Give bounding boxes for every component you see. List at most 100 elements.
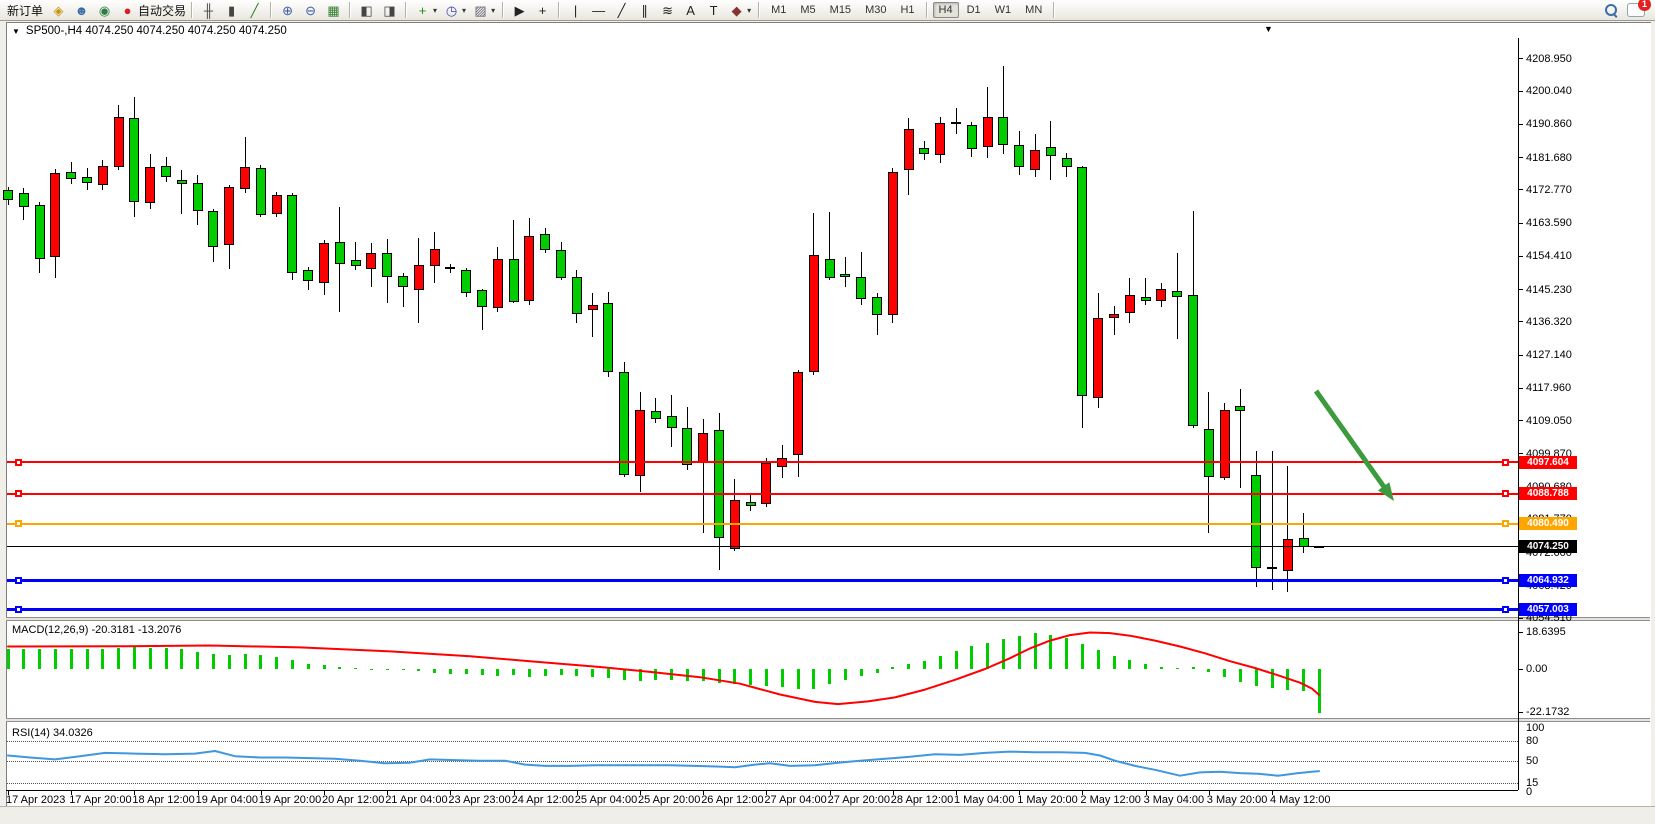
macd-histogram-bar	[923, 661, 926, 669]
rsi-level-line	[7, 761, 1518, 762]
timeframe-button-m30[interactable]: M30	[859, 2, 892, 18]
new-order-button[interactable]: 新订单	[3, 1, 47, 20]
horizontal-line-object[interactable]	[7, 493, 1518, 495]
line-chart-icon[interactable]: ╱	[243, 1, 266, 20]
indicator-window-right-icon[interactable]: ◨	[378, 1, 401, 20]
horizontal-line-object[interactable]	[7, 546, 1518, 547]
time-axis-label: 17 Apr 2023	[6, 794, 65, 806]
candle-body	[382, 253, 392, 277]
rsi-axis-label: 0	[1526, 786, 1532, 798]
macd-histogram-bar	[970, 646, 973, 669]
macd-histogram-bar	[828, 669, 831, 684]
macd-histogram-bar	[765, 669, 768, 686]
candle-body	[1204, 429, 1214, 477]
indicator-window-left-icon: ◧	[357, 1, 376, 20]
crosshair-icon[interactable]: +	[531, 1, 554, 20]
rsi-level-line	[7, 783, 1518, 784]
equidistant-channel-icon: ∥	[635, 1, 654, 20]
price-axis-tick-label: 4163.590	[1526, 217, 1572, 229]
macd-histogram-bar	[1223, 669, 1226, 677]
trendline-icon[interactable]: ╱	[610, 1, 633, 20]
horizontal-line-icon[interactable]: —	[587, 1, 610, 20]
tile-windows-icon[interactable]: ▦	[322, 1, 345, 20]
chat-icon[interactable]: 1	[1627, 3, 1645, 17]
add-indicator-icon[interactable]: +▾	[411, 1, 440, 20]
timeframe-button-d1[interactable]: D1	[961, 2, 987, 18]
pane-separator-rsi[interactable]	[6, 718, 1650, 722]
timeframe-button-m1[interactable]: M1	[765, 2, 792, 18]
candle-body	[35, 205, 45, 258]
macd-histogram-bar	[1318, 669, 1321, 713]
candle-body	[366, 253, 376, 269]
horizontal-line-object[interactable]	[7, 523, 1518, 525]
macd-histogram-bar	[370, 669, 373, 670]
horizontal-line-object[interactable]	[7, 461, 1518, 463]
line-anchor-square[interactable]	[15, 490, 22, 497]
macd-histogram-bar	[575, 669, 578, 676]
timeframe-button-mn[interactable]: MN	[1019, 2, 1048, 18]
zoom-out-icon[interactable]: ⊖	[299, 1, 322, 20]
candle-body	[603, 303, 613, 371]
text-label-icon[interactable]: T	[702, 1, 725, 20]
macd-histogram-bar	[1097, 650, 1100, 669]
auto-trading-button[interactable]: ●自动交易	[116, 1, 187, 20]
fibonacci-icon[interactable]: ≋	[656, 1, 679, 20]
fibonacci-icon: ≋	[658, 1, 677, 20]
timeframe-button-w1[interactable]: W1	[989, 2, 1018, 18]
horizontal-line-object[interactable]	[7, 579, 1518, 582]
candle-body	[1046, 147, 1056, 156]
chevron-down-icon: ▾	[747, 6, 751, 15]
profiles-icon[interactable]: ◈	[47, 1, 70, 20]
macd-histogram-bar	[718, 669, 721, 683]
bar-chart-icon[interactable]: ╫	[197, 1, 220, 20]
timeframe-button-m5[interactable]: M5	[794, 2, 821, 18]
candle-body	[114, 117, 124, 167]
arrows-icon[interactable]: ◆▾	[725, 1, 754, 20]
cursor-icon[interactable]: ▶	[508, 1, 531, 20]
candlestick-chart-icon[interactable]: ▮	[220, 1, 243, 20]
price-axis-tick	[1518, 256, 1523, 257]
templates-icon[interactable]: ▨▾	[469, 1, 498, 20]
line-anchor-square[interactable]	[1502, 520, 1509, 527]
line-anchor-square[interactable]	[15, 606, 22, 613]
line-anchor-square[interactable]	[1502, 459, 1509, 466]
horizontal-line-object[interactable]	[7, 608, 1518, 611]
toolbar: 新订单◈☻◉●自动交易╫▮╱⊕⊖▦◧◨+▾◷▾▨▾▶+|—╱∥≋AT◆▾M1M5…	[0, 0, 1655, 21]
timeframe-button-h1[interactable]: H1	[894, 2, 920, 18]
indicator-window-left-icon[interactable]: ◧	[355, 1, 378, 20]
text-icon[interactable]: A	[679, 1, 702, 20]
price-axis-tick-label: 4172.770	[1526, 184, 1572, 196]
periods-icon[interactable]: ◷▾	[440, 1, 469, 20]
line-anchor-square[interactable]	[1502, 577, 1509, 584]
price-axis-tick	[1518, 618, 1523, 619]
line-anchor-square[interactable]	[15, 520, 22, 527]
macd-histogram-bar	[876, 669, 879, 673]
timeframe-button-h4[interactable]: H4	[933, 2, 959, 18]
time-axis-label: 3 May 20:00	[1207, 794, 1268, 806]
line-anchor-square[interactable]	[15, 459, 22, 466]
equidistant-channel-icon[interactable]: ∥	[633, 1, 656, 20]
chart-shift-marker[interactable]: ▼	[1264, 24, 1273, 34]
zoom-in-icon[interactable]: ⊕	[276, 1, 299, 20]
line-anchor-square[interactable]	[15, 577, 22, 584]
time-axis-label: 25 Apr 20:00	[638, 794, 700, 806]
timeframe-button-m15[interactable]: M15	[824, 2, 857, 18]
line-anchor-square[interactable]	[1502, 490, 1509, 497]
rsi-axis-label: 100	[1526, 722, 1544, 734]
market-watch-icon[interactable]: ☻	[70, 1, 93, 20]
collapse-icon[interactable]: ▼	[12, 27, 20, 36]
vertical-line-icon[interactable]: |	[564, 1, 587, 20]
data-window-icon[interactable]: ◉	[93, 1, 116, 20]
macd-histogram-bar	[1049, 635, 1052, 669]
time-axis-label: 2 May 12:00	[1080, 794, 1141, 806]
line-anchor-square[interactable]	[1502, 606, 1509, 613]
macd-histogram-bar	[7, 649, 10, 669]
macd-histogram-bar	[70, 649, 73, 669]
search-icon[interactable]	[1605, 4, 1617, 16]
templates-icon: ▨	[471, 1, 490, 20]
candle-body	[698, 433, 708, 462]
time-axis-label: 27 Apr 20:00	[828, 794, 890, 806]
chart-window[interactable]	[6, 22, 1651, 807]
pane-separator-macd[interactable]	[6, 617, 1650, 621]
macd-histogram-bar	[560, 669, 563, 675]
